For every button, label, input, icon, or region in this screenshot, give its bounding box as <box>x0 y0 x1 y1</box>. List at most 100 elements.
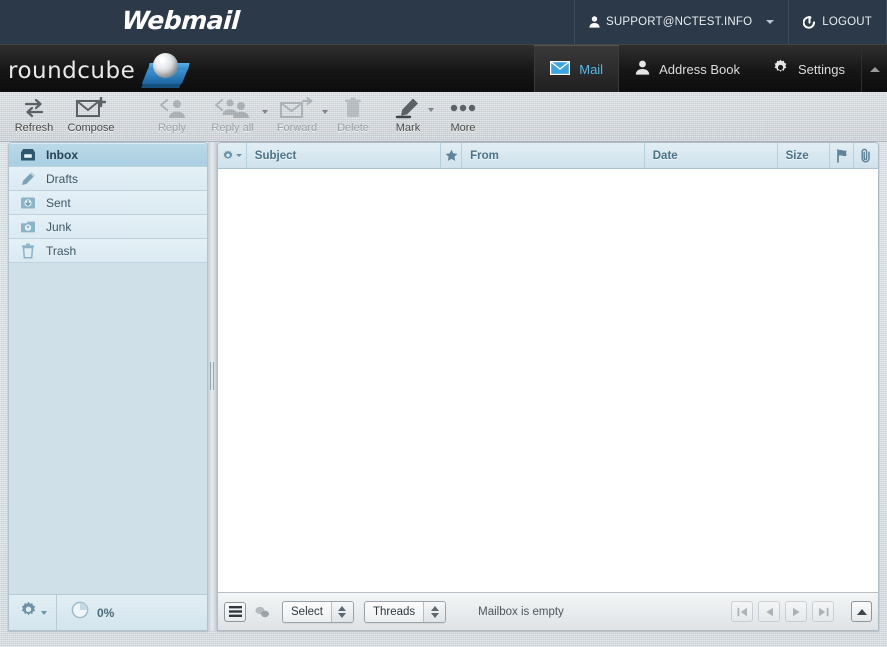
message-list-panel: Subject From Date Size <box>217 142 879 631</box>
sidebar-item-inbox[interactable]: Inbox <box>9 143 207 167</box>
sidebar-item-inbox-label: Inbox <box>46 148 78 162</box>
conversation-icon <box>254 606 270 618</box>
compose-button[interactable]: Compose <box>63 96 119 138</box>
sidebar-item-drafts-label: Drafts <box>46 172 78 186</box>
last-page-button[interactable] <box>812 601 834 622</box>
column-header-flag[interactable] <box>830 143 854 168</box>
delete-label: Delete <box>337 122 369 134</box>
folder-list: Inbox Drafts Sent <box>9 143 207 263</box>
sidebar-item-junk[interactable]: Junk <box>9 215 207 239</box>
chevron-up-icon <box>870 67 880 72</box>
reply-icon <box>158 96 186 120</box>
top-header-right-group: SUPPORT@NCTEST.INFO LOGOUT <box>574 0 887 44</box>
nav-collapse-button[interactable] <box>861 45 887 93</box>
chevron-down-icon <box>41 611 47 615</box>
folder-settings-button[interactable] <box>9 595 57 630</box>
mail-toolbar: Refresh Compose Reply <box>0 92 887 142</box>
gear-icon <box>19 601 38 625</box>
message-list-body[interactable] <box>218 169 878 592</box>
top-header-bar: Webmail SUPPORT@NCTEST.INFO LOGOUT <box>0 0 887 44</box>
tab-address-book-label: Address Book <box>659 62 740 77</box>
sidebar-item-trash[interactable]: Trash <box>9 239 207 263</box>
pie-chart-icon <box>71 601 89 624</box>
chevron-down-icon <box>428 108 434 112</box>
prev-page-icon <box>765 607 774 617</box>
logout-label: LOGOUT <box>822 16 872 28</box>
message-list-footer: Select Threads Mailbox is empty <box>218 592 878 630</box>
column-header-attachment[interactable] <box>854 143 878 168</box>
refresh-label: Refresh <box>15 122 54 134</box>
column-header-flagged[interactable] <box>441 143 462 168</box>
splitter-grip-icon <box>210 362 215 390</box>
sidebar-splitter[interactable] <box>208 142 217 631</box>
reply-all-icon <box>213 96 253 120</box>
stepper-icon <box>423 602 445 622</box>
reply-button[interactable]: Reply <box>146 96 198 138</box>
forward-button[interactable]: Forward <box>268 96 326 138</box>
application-nav-bar: roundcube Mail Address Book <box>0 44 887 92</box>
roundcube-cube-icon <box>139 51 197 91</box>
roundcube-logo-text: roundcube <box>8 58 135 84</box>
column-header-from-label: From <box>470 150 499 162</box>
paperclip-icon <box>860 148 872 163</box>
chevron-up-icon <box>857 609 867 615</box>
chevron-down-icon <box>236 154 242 157</box>
column-options-button[interactable] <box>218 143 247 168</box>
marker-icon <box>395 96 421 120</box>
next-page-button[interactable] <box>785 601 807 622</box>
tab-settings[interactable]: Settings <box>756 45 861 93</box>
account-email-label: SUPPORT@NCTEST.INFO <box>606 16 752 28</box>
ellipsis-icon <box>450 96 476 120</box>
logout-button[interactable]: LOGOUT <box>788 0 887 44</box>
prev-page-button[interactable] <box>758 601 780 622</box>
refresh-button[interactable]: Refresh <box>8 96 60 138</box>
account-menu-button[interactable]: SUPPORT@NCTEST.INFO <box>574 0 788 44</box>
column-header-size-label: Size <box>786 150 809 162</box>
nav-tab-group: Mail Address Book Settings <box>534 45 887 93</box>
sidebar-item-drafts[interactable]: Drafts <box>9 167 207 191</box>
tab-settings-label: Settings <box>798 62 845 77</box>
tab-address-book[interactable]: Address Book <box>619 45 756 93</box>
list-mode-button[interactable] <box>224 602 246 622</box>
next-page-icon <box>792 607 801 617</box>
compose-label: Compose <box>67 122 114 134</box>
column-header-date-label: Date <box>653 150 678 162</box>
sidebar-item-trash-label: Trash <box>46 244 76 258</box>
column-header-subject[interactable]: Subject <box>247 143 441 168</box>
mark-button[interactable]: Mark <box>385 96 431 138</box>
sidebar-footer: 0% <box>9 594 207 630</box>
chevron-down-icon <box>766 20 774 24</box>
first-page-button[interactable] <box>731 601 753 622</box>
select-dropdown[interactable]: Select <box>282 601 354 623</box>
tab-mail[interactable]: Mail <box>534 45 619 93</box>
webmail-brand-title: Webmail <box>121 6 240 35</box>
column-header-size[interactable]: Size <box>778 143 830 168</box>
inbox-icon <box>19 146 37 164</box>
threads-mode-button[interactable] <box>252 602 272 622</box>
sidebar-item-sent[interactable]: Sent <box>9 191 207 215</box>
reply-all-button[interactable]: Reply all <box>200 96 265 138</box>
gear-icon <box>222 150 234 162</box>
expand-panel-button[interactable] <box>851 601 872 622</box>
forward-icon <box>280 96 314 120</box>
envelope-icon <box>550 61 570 78</box>
threads-dropdown[interactable]: Threads <box>364 601 446 623</box>
delete-button[interactable]: Delete <box>330 96 376 138</box>
quota-indicator: 0% <box>57 601 114 624</box>
message-list-header: Subject From Date Size <box>218 143 878 169</box>
quota-percent-label: 0% <box>97 606 114 620</box>
more-label: More <box>450 122 475 134</box>
more-button[interactable]: More <box>440 96 486 138</box>
column-header-from[interactable]: From <box>462 143 645 168</box>
column-header-subject-label: Subject <box>255 150 297 162</box>
column-header-date[interactable]: Date <box>645 143 778 168</box>
reply-label: Reply <box>158 122 186 134</box>
roundcube-logo: roundcube <box>8 51 197 91</box>
star-icon <box>445 149 458 162</box>
flag-icon <box>836 149 848 163</box>
first-page-icon <box>737 607 748 617</box>
user-icon <box>635 60 650 78</box>
pencil-icon <box>19 170 37 188</box>
forward-label: Forward <box>277 122 317 134</box>
refresh-icon <box>23 96 45 120</box>
